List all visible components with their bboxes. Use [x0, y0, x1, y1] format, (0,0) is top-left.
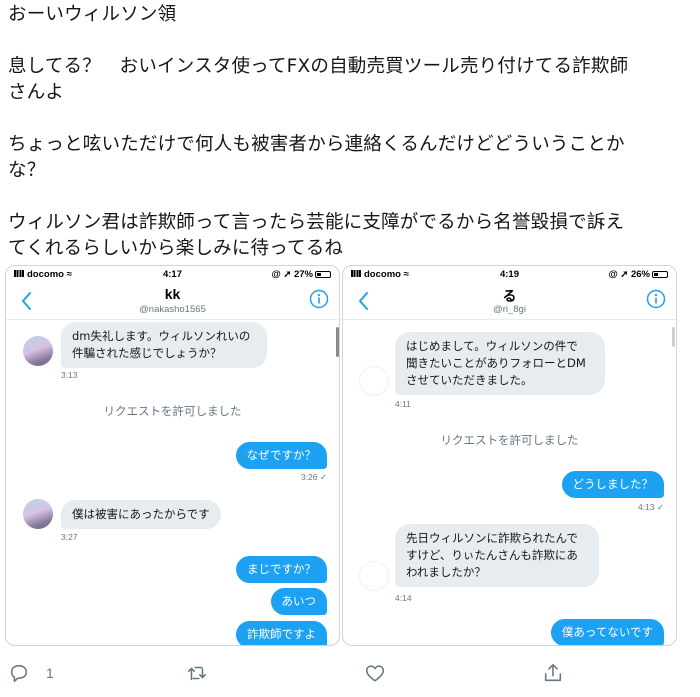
outgoing-message: 詐欺師ですよ	[236, 621, 327, 645]
status-bar: docomo ≈ 4:19 @ ➚ 26%	[343, 266, 676, 284]
message-list[interactable]: dm失礼します。ウィルソンれいの 件騙された感じでしょうか？ 3:13 リクエス…	[6, 321, 339, 645]
message-time: 4:13 ✓	[637, 502, 664, 512]
system-message: リクエストを許可しました	[440, 433, 579, 447]
tweet-line: さんよ	[8, 82, 65, 103]
system-message: リクエストを許可しました	[103, 404, 242, 418]
tweet-actions: 1	[0, 652, 700, 697]
outgoing-message: あいつ	[270, 588, 327, 615]
outgoing-message: なぜですか？	[235, 442, 327, 469]
battery: @ ➚ 26%	[608, 269, 668, 280]
message-time: 3:26 ✓	[300, 472, 327, 482]
status-bar: docomo ≈ 4:17 @ ➚ 27%	[6, 266, 339, 284]
incoming-message: はじめまして。ウィルソンの件で 聞きたいことがありフォローとDM させていただき…	[395, 332, 605, 395]
tweet-line: 息してる？ おいインスタ使ってFXの自動売買ツール売り付けてる詐欺師	[8, 56, 629, 77]
share-button[interactable]	[542, 658, 564, 688]
tweet-line: な？	[8, 160, 46, 181]
retweet-icon	[187, 666, 207, 681]
reply-button[interactable]: 1	[8, 658, 54, 688]
attached-image-left[interactable]: docomo ≈ 4:17 @ ➚ 27% kk @nakasho1565 dm…	[5, 265, 340, 646]
outgoing-message: まじですか？	[236, 556, 327, 583]
incoming-message: dm失礼します。ウィルソンれいの 件騙された感じでしょうか？	[61, 322, 267, 368]
battery-icon	[315, 271, 331, 278]
conversation-name: る	[502, 288, 517, 304]
info-icon[interactable]	[646, 289, 666, 309]
dm-header: kk @nakasho1565	[6, 284, 339, 320]
heart-icon	[365, 665, 385, 682]
share-icon	[544, 663, 562, 682]
avatar[interactable]	[23, 499, 53, 529]
tweet-line: ちょっと呟いただけで何人も被害者から連絡くるんだけどどういうことか	[8, 134, 625, 155]
scrollbar[interactable]	[672, 327, 675, 347]
info-icon[interactable]	[309, 289, 329, 309]
tweet-line: ウィルソン君は詐欺師って言ったら芸能に支障がでるから名誉毀損で訴え	[8, 212, 625, 233]
message-time: 3:27	[61, 532, 78, 542]
conversation-name: kk	[164, 286, 181, 302]
message-list[interactable]: はじめまして。ウィルソンの件で 聞きたいことがありフォローとDM させていただき…	[343, 321, 676, 645]
reply-icon	[10, 664, 28, 683]
conversation-handle: @ri_8gi	[493, 304, 526, 315]
dm-header: る @ri_8gi	[343, 284, 676, 320]
battery: @ ➚ 27%	[271, 269, 331, 280]
read-check-icon: ✓	[319, 472, 327, 482]
attached-image-right[interactable]: docomo ≈ 4:19 @ ➚ 26% る @ri_8gi はじめまして。ウ…	[342, 265, 677, 646]
message-time: 3:13	[61, 370, 78, 380]
read-check-icon: ✓	[656, 502, 664, 512]
tweet-line: おーいウィルソン領	[8, 4, 177, 25]
scrollbar[interactable]	[336, 327, 339, 357]
battery-icon	[652, 271, 668, 278]
outgoing-message: 僕あってないです	[550, 619, 664, 645]
tweet-line: てくれるらしいから楽しみに待ってるね	[8, 238, 344, 259]
avatar[interactable]	[359, 366, 389, 396]
like-button[interactable]	[364, 658, 386, 688]
conversation-handle: @nakasho1565	[139, 304, 206, 315]
avatar[interactable]	[23, 336, 53, 366]
message-time: 4:11	[395, 399, 411, 409]
avatar[interactable]	[359, 561, 389, 591]
incoming-message: 僕は被害にあったからです	[61, 500, 221, 529]
retweet-button[interactable]	[186, 658, 208, 688]
message-time: 4:14	[395, 593, 412, 603]
outgoing-message: どうしました？	[561, 471, 664, 498]
incoming-message: 先日ウィルソンに詐欺られたんで すけど、りぃたんさんも詐欺にあ われましたか？	[395, 524, 599, 587]
tweet-text: おーいウィルソン領 息してる？ おいインスタ使ってFXの自動売買ツール売り付けて…	[8, 2, 692, 262]
reply-count: 1	[46, 665, 54, 681]
